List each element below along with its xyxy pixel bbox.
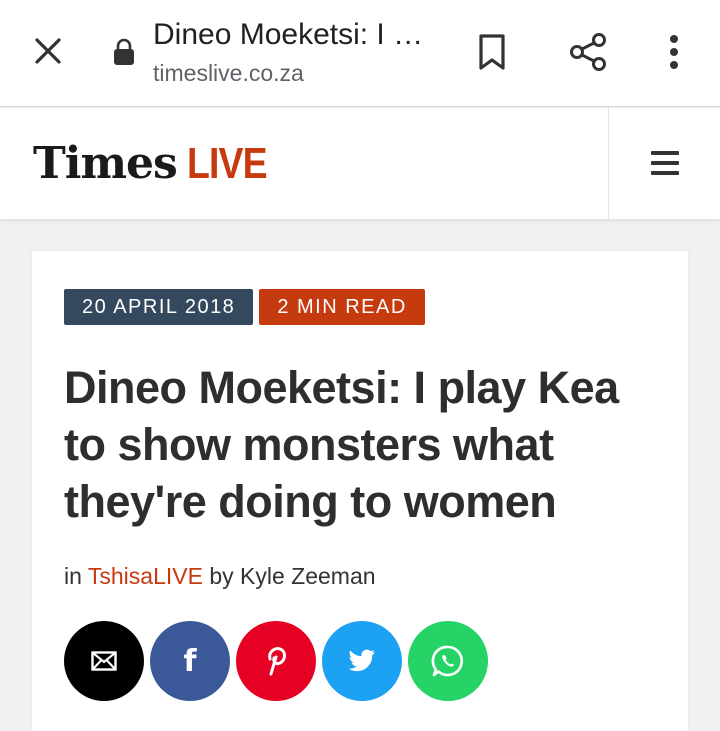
pinterest-share-button[interactable] — [236, 621, 316, 701]
byline: in TshisaLIVE by Kyle Zeeman — [64, 563, 376, 590]
logo-times: Times — [33, 138, 178, 189]
page-url[interactable]: timeslive.co.za — [153, 60, 304, 87]
article-card: 20 APRIL 2018 2 MIN READ Dineo Moeketsi:… — [32, 251, 688, 731]
menu-bar — [651, 161, 679, 165]
header-divider — [608, 108, 609, 219]
whatsapp-icon — [431, 645, 464, 677]
browser-toolbar: Dineo Moeketsi: I play Kea to show monst… — [0, 0, 720, 107]
share-buttons: f — [64, 621, 488, 701]
twitter-icon — [348, 649, 375, 672]
page-title: Dineo Moeketsi: I play Kea to show monst… — [153, 18, 438, 51]
section-link[interactable]: TshisaLIVE — [88, 563, 203, 589]
twitter-share-button[interactable] — [322, 621, 402, 701]
facebook-share-button[interactable]: f — [150, 621, 230, 701]
logo-live: LIVE — [186, 139, 268, 188]
close-icon[interactable] — [30, 33, 66, 69]
lock-icon — [113, 38, 135, 66]
whatsapp-share-button[interactable] — [408, 621, 488, 701]
article-headline: Dineo Moeketsi: I play Kea to show monst… — [64, 362, 619, 527]
menu-bar — [651, 151, 679, 155]
date-badge: 20 APRIL 2018 — [64, 289, 254, 325]
facebook-icon: f — [183, 643, 197, 679]
more-vert-icon[interactable] — [656, 30, 692, 74]
byline-prefix: in — [64, 563, 82, 589]
byline-author: by Kyle Zeeman — [209, 563, 376, 589]
pinterest-icon — [268, 647, 286, 676]
read-time-badge: 2 MIN READ — [259, 289, 425, 325]
article-meta-badges: 20 APRIL 2018 2 MIN READ — [64, 289, 425, 325]
bookmark-icon[interactable] — [472, 30, 512, 74]
hamburger-menu-icon[interactable] — [648, 148, 682, 178]
email-icon — [91, 651, 117, 671]
email-share-button[interactable] — [64, 621, 144, 701]
share-icon[interactable] — [566, 30, 610, 74]
site-header: Times LIVE — [0, 108, 720, 219]
timeslive-logo[interactable]: Times LIVE — [33, 138, 281, 189]
menu-bar — [651, 171, 679, 175]
